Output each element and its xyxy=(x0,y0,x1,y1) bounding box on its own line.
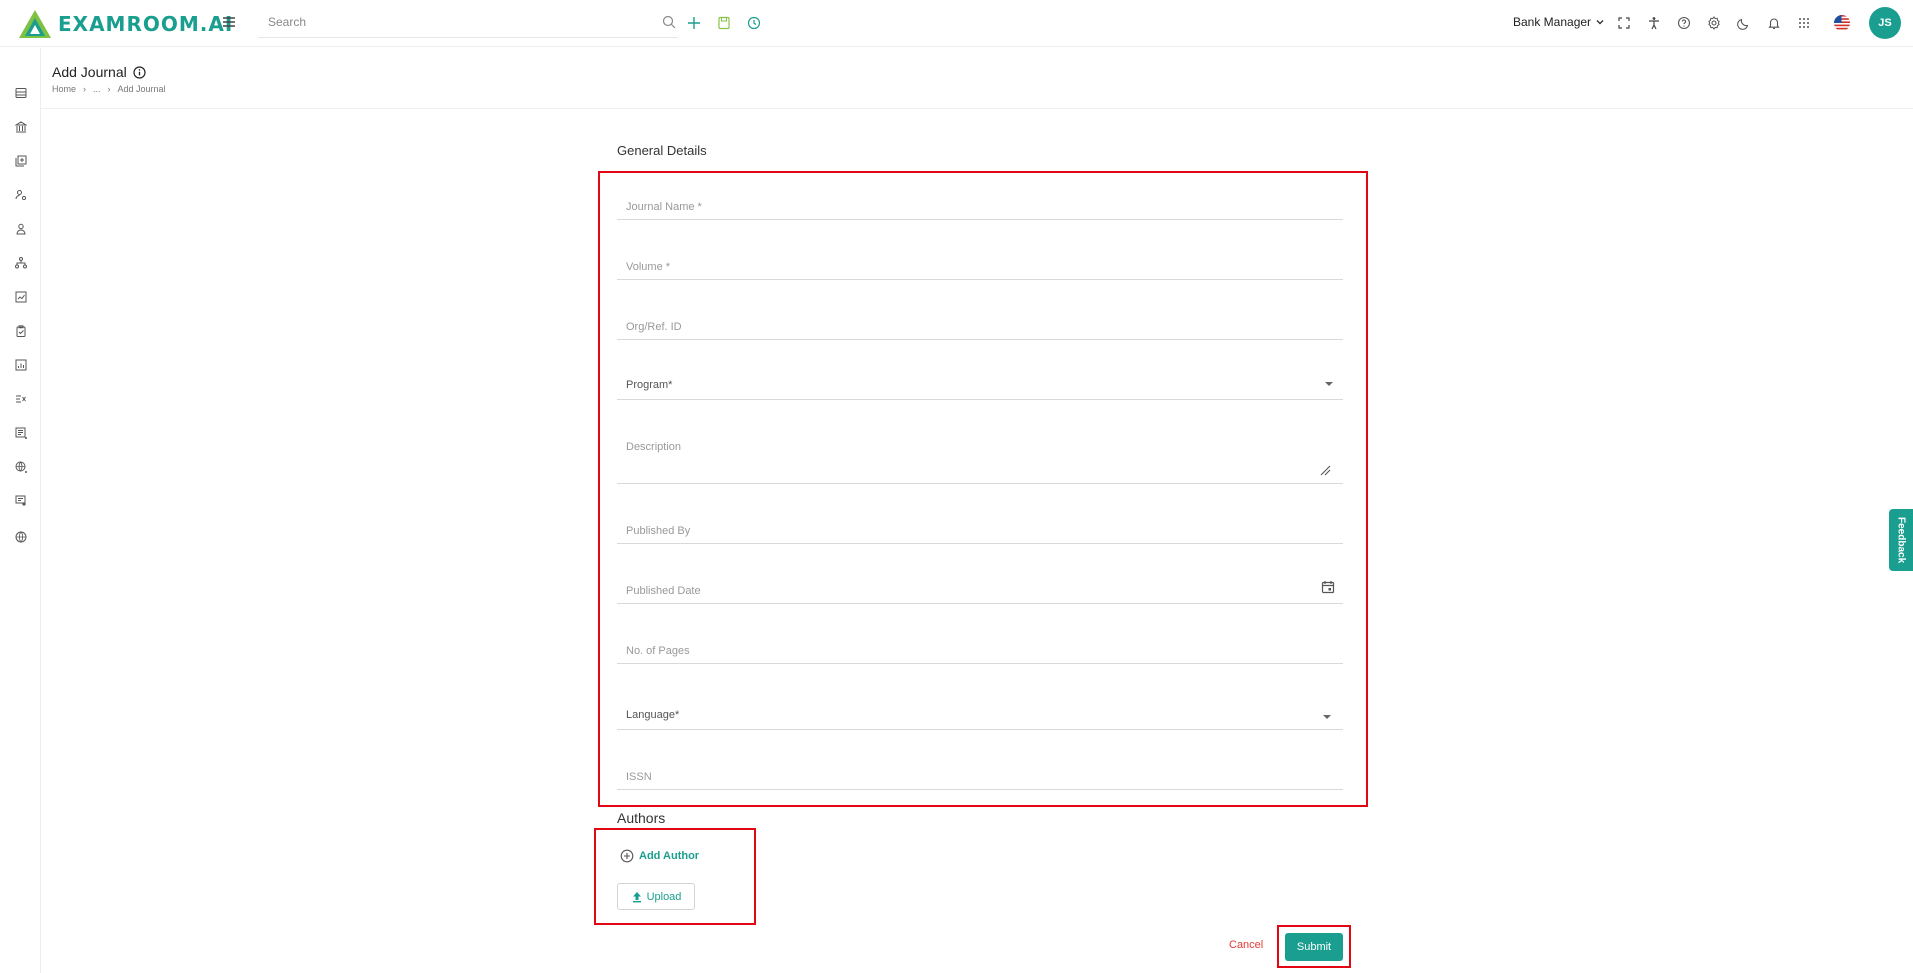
nav-certificate-icon[interactable] xyxy=(13,493,29,509)
role-selector[interactable]: Bank Manager xyxy=(1513,15,1605,29)
issn-input[interactable] xyxy=(617,766,1343,788)
nav-exams-icon[interactable] xyxy=(13,391,29,407)
search-input[interactable] xyxy=(258,10,638,34)
org-ref-id-field xyxy=(617,314,1343,340)
nav-dashboard-icon[interactable] xyxy=(13,85,29,101)
authors-heading: Authors xyxy=(617,810,666,826)
user-avatar[interactable]: JS xyxy=(1869,7,1901,39)
page-header: Add Journal Home › ... › Add Journal xyxy=(41,48,1913,109)
nav-candidates-icon[interactable] xyxy=(13,221,29,237)
journal-name-input[interactable] xyxy=(617,196,1343,218)
nav-clipboard-icon[interactable] xyxy=(13,323,29,339)
breadcrumb-separator: › xyxy=(83,84,87,94)
add-author-label: Add Author xyxy=(639,850,700,862)
nav-reports-icon[interactable] xyxy=(13,357,29,373)
top-bar: EXAMROOM.AI Bank Manager xyxy=(0,0,1913,47)
breadcrumb-ellipsis[interactable]: ... xyxy=(93,84,101,94)
published-by-input[interactable] xyxy=(617,520,1343,542)
published-date-field xyxy=(617,578,1343,604)
history-icon[interactable] xyxy=(745,14,763,32)
nav-hierarchy-icon[interactable] xyxy=(13,255,29,271)
fullscreen-icon[interactable] xyxy=(1615,14,1633,32)
no-of-pages-field xyxy=(617,638,1343,664)
notification-bell-icon[interactable] xyxy=(1765,14,1783,32)
program-select[interactable]: Program* xyxy=(617,373,1343,400)
breadcrumb-current: Add Journal xyxy=(117,84,166,94)
us-flag-icon[interactable] xyxy=(1833,14,1851,32)
nav-web-icon[interactable] xyxy=(13,529,29,545)
logo-mark-icon xyxy=(19,10,51,38)
save-icon[interactable] xyxy=(715,14,733,32)
published-by-field xyxy=(617,518,1343,544)
accessibility-icon[interactable] xyxy=(1645,14,1663,32)
breadcrumb: Home › ... › Add Journal xyxy=(52,84,166,94)
nav-analytics-icon[interactable] xyxy=(13,289,29,305)
nav-library-icon[interactable] xyxy=(13,153,29,169)
language-select[interactable]: Language* xyxy=(617,703,1343,730)
breadcrumb-home[interactable]: Home xyxy=(52,84,76,94)
nav-global-settings-icon[interactable] xyxy=(13,459,29,475)
volume-field xyxy=(617,254,1343,280)
nav-institution-icon[interactable] xyxy=(13,119,29,135)
description-field xyxy=(617,441,1343,484)
app-logo[interactable]: EXAMROOM.AI xyxy=(18,8,233,40)
journal-name-field xyxy=(617,194,1343,220)
page-title-text: Add Journal xyxy=(52,64,127,80)
breadcrumb-separator: › xyxy=(107,84,111,94)
apps-grid-icon[interactable] xyxy=(1795,14,1813,32)
nav-user-settings-icon[interactable] xyxy=(13,187,29,203)
logo-text: EXAMROOM.AI xyxy=(58,12,234,36)
volume-input[interactable] xyxy=(617,256,1343,278)
cancel-button[interactable]: Cancel xyxy=(1229,939,1263,951)
help-icon[interactable] xyxy=(1675,14,1693,32)
menu-toggle-icon[interactable] xyxy=(221,14,237,30)
dropdown-arrow-icon xyxy=(1325,382,1333,386)
issn-field xyxy=(617,764,1343,790)
no-of-pages-input[interactable] xyxy=(617,640,1343,662)
settings-icon[interactable] xyxy=(1705,14,1723,32)
upload-button[interactable]: Upload xyxy=(617,883,695,910)
upload-label: Upload xyxy=(646,890,682,903)
global-search xyxy=(258,10,678,38)
general-details-heading: General Details xyxy=(617,143,707,158)
add-author-button[interactable]: Add Author xyxy=(620,849,699,863)
submit-button[interactable]: Submit xyxy=(1285,933,1343,961)
upload-icon xyxy=(632,891,641,902)
add-icon[interactable] xyxy=(685,14,703,32)
add-circle-icon xyxy=(620,849,634,863)
left-nav-rail xyxy=(0,48,41,973)
dark-mode-icon[interactable] xyxy=(1735,14,1753,32)
dropdown-arrow-icon xyxy=(1323,715,1331,719)
chevron-down-icon xyxy=(1596,20,1604,25)
calendar-icon[interactable] xyxy=(1321,580,1335,594)
resize-handle-icon[interactable] xyxy=(1319,464,1331,476)
published-date-input[interactable] xyxy=(617,580,1343,602)
description-textarea[interactable] xyxy=(617,441,1343,481)
role-label: Bank Manager xyxy=(1513,15,1592,29)
info-icon[interactable] xyxy=(133,65,146,79)
authors-highlight xyxy=(594,828,756,925)
search-icon[interactable] xyxy=(662,15,676,34)
language-select-label: Language* xyxy=(626,709,680,721)
org-ref-id-input[interactable] xyxy=(617,316,1343,338)
page-title: Add Journal xyxy=(52,64,146,80)
feedback-tab[interactable]: Feedback xyxy=(1889,509,1913,571)
program-select-label: Program* xyxy=(626,379,673,391)
nav-list-edit-icon[interactable] xyxy=(13,425,29,441)
